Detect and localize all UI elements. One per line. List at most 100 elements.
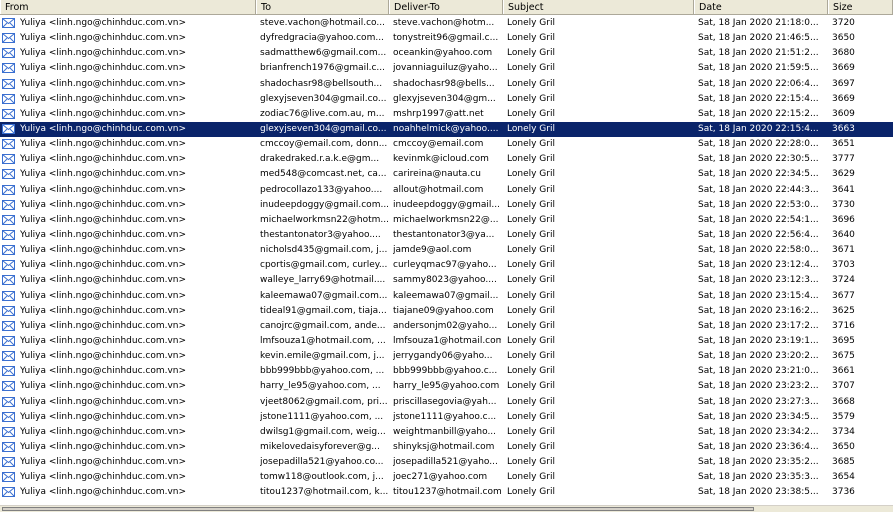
subject-cell: Lonely Gril (507, 320, 555, 331)
message-row[interactable]: Yuliya <linh.ngo@chinhduc.com.vn> kevin.e… (0, 349, 893, 364)
size-cell: 3669 (832, 63, 855, 74)
envelope-icon (2, 93, 15, 104)
from-cell: Yuliya <linh.ngo@chinhduc.com.vn> (20, 426, 187, 437)
from-cell: Yuliya <linh.ngo@chinhduc.com.vn> (20, 93, 187, 104)
envelope-icon (2, 351, 15, 362)
to-cell: thestantonator3@yahoo.... (260, 229, 381, 240)
message-icon-cell (1, 61, 15, 76)
message-list: Yuliya <linh.ngo@chinhduc.com.vn> steve.v… (0, 16, 893, 501)
message-row[interactable]: Yuliya <linh.ngo@chinhduc.com.vn> brianfr… (0, 61, 893, 76)
to-cell: zodiac76@live.com.au, m... (260, 108, 385, 119)
deliver-to-cell: glexyjseven304@gm... (393, 93, 496, 104)
message-row[interactable]: Yuliya <linh.ngo@chinhduc.com.vn> walleye… (0, 273, 893, 288)
scrollbar-thumb[interactable] (2, 507, 754, 511)
from-cell: Yuliya <linh.ngo@chinhduc.com.vn> (20, 18, 187, 28)
envelope-icon (2, 441, 15, 452)
to-cell: mikelovedaisyforever@g... (260, 441, 380, 452)
message-row[interactable]: Yuliya <linh.ngo@chinhduc.com.vn> cportis… (0, 258, 893, 273)
message-row[interactable]: Yuliya <linh.ngo@chinhduc.com.vn> steve.v… (0, 16, 893, 31)
size-cell: 3629 (832, 169, 855, 180)
message-icon-cell (1, 273, 15, 288)
subject-cell: Lonely Gril (507, 441, 555, 452)
column-header-bar: From To Deliver-To Subject Date Size (0, 0, 893, 15)
subject-cell: Lonely Gril (507, 457, 555, 468)
message-row[interactable]: Yuliya <linh.ngo@chinhduc.com.vn> dwilsg1… (0, 425, 893, 440)
column-header-to[interactable]: To (256, 0, 389, 14)
message-row[interactable]: Yuliya <linh.ngo@chinhduc.com.vn> med548@… (0, 167, 893, 182)
envelope-icon (2, 154, 15, 165)
envelope-icon (2, 18, 15, 28)
to-cell: brianfrench1976@gmail.c... (260, 63, 385, 74)
date-cell: Sat, 18 Jan 2020 22:56:4... (698, 229, 819, 240)
subject-cell: Lonely Gril (507, 275, 555, 286)
message-row[interactable]: Yuliya <linh.ngo@chinhduc.com.vn> harry_l… (0, 379, 893, 394)
message-icon-cell (1, 92, 15, 107)
deliver-to-cell: oceankin@yahoo.com (393, 48, 493, 59)
message-row[interactable]: Yuliya <linh.ngo@chinhduc.com.vn> glexyjs… (0, 92, 893, 107)
message-icon-cell (1, 440, 15, 455)
to-cell: steve.vachon@hotmail.co... (260, 18, 385, 28)
from-cell: Yuliya <linh.ngo@chinhduc.com.vn> (20, 305, 187, 316)
to-cell: jstone1111@yahoo.com, ... (260, 411, 384, 422)
subject-cell: Lonely Gril (507, 381, 555, 392)
to-cell: canojrc@gmail.com, ande... (260, 320, 386, 331)
subject-cell: Lonely Gril (507, 93, 555, 104)
deliver-to-cell: mshrp1997@att.net (393, 108, 484, 119)
envelope-icon (2, 48, 15, 59)
message-row[interactable]: Yuliya <linh.ngo@chinhduc.com.vn> cmccoy@… (0, 137, 893, 152)
message-row[interactable]: Yuliya <linh.ngo@chinhduc.com.vn> glexyjs… (0, 121, 893, 138)
subject-cell: Lonely Gril (507, 351, 555, 362)
envelope-icon (2, 78, 15, 89)
size-cell: 3685 (832, 457, 855, 468)
message-icon-cell (1, 485, 15, 500)
deliver-to-cell: shinyksj@hotmail.com (393, 441, 495, 452)
message-row[interactable]: Yuliya <linh.ngo@chinhduc.com.vn> tideal9… (0, 304, 893, 319)
deliver-to-cell: inudeepdoggy@gmail... (393, 199, 500, 210)
message-row[interactable]: Yuliya <linh.ngo@chinhduc.com.vn> lmfsouz… (0, 334, 893, 349)
message-row[interactable]: Yuliya <linh.ngo@chinhduc.com.vn> titou12… (0, 485, 893, 500)
message-row[interactable]: Yuliya <linh.ngo@chinhduc.com.vn> nichols… (0, 243, 893, 258)
message-icon-cell (1, 395, 15, 410)
date-cell: Sat, 18 Jan 2020 22:06:4... (698, 78, 819, 89)
message-row[interactable]: Yuliya <linh.ngo@chinhduc.com.vn> sadmatt… (0, 46, 893, 61)
size-cell: 3707 (832, 381, 855, 392)
message-row[interactable]: Yuliya <linh.ngo@chinhduc.com.vn> josepad… (0, 455, 893, 470)
message-row[interactable]: Yuliya <linh.ngo@chinhduc.com.vn> shadoch… (0, 77, 893, 92)
message-row[interactable]: Yuliya <linh.ngo@chinhduc.com.vn> zodiac7… (0, 107, 893, 122)
from-cell: Yuliya <linh.ngo@chinhduc.com.vn> (20, 381, 187, 392)
message-row[interactable]: Yuliya <linh.ngo@chinhduc.com.vn> canojrc… (0, 319, 893, 334)
message-row[interactable]: Yuliya <linh.ngo@chinhduc.com.vn> drakedr… (0, 152, 893, 167)
column-header-from[interactable]: From (0, 0, 256, 14)
from-cell: Yuliya <linh.ngo@chinhduc.com.vn> (20, 472, 187, 483)
message-row[interactable]: Yuliya <linh.ngo@chinhduc.com.vn> vjeet80… (0, 395, 893, 410)
to-cell: glexyjseven304@gmail.co... (260, 123, 387, 134)
message-row[interactable]: Yuliya <linh.ngo@chinhduc.com.vn> mikelov… (0, 440, 893, 455)
message-row[interactable]: Yuliya <linh.ngo@chinhduc.com.vn> jstone1… (0, 410, 893, 425)
envelope-icon (2, 33, 15, 44)
subject-cell: Lonely Gril (507, 169, 555, 180)
message-row[interactable]: Yuliya <linh.ngo@chinhduc.com.vn> kaleema… (0, 289, 893, 304)
column-header-date[interactable]: Date (694, 0, 828, 14)
deliver-to-cell: thestantonator3@ya... (393, 229, 495, 240)
message-row[interactable]: Yuliya <linh.ngo@chinhduc.com.vn> thestan… (0, 228, 893, 243)
to-cell: cportis@gmail.com, curley... (260, 260, 388, 271)
message-row[interactable]: Yuliya <linh.ngo@chinhduc.com.vn> bbb999b… (0, 364, 893, 379)
column-header-deliver-to[interactable]: Deliver-To (389, 0, 503, 14)
message-row[interactable]: Yuliya <linh.ngo@chinhduc.com.vn> michael… (0, 213, 893, 228)
to-cell: walleye_larry69@hotmail.... (260, 275, 386, 286)
date-cell: Sat, 18 Jan 2020 22:58:0... (698, 245, 819, 256)
date-cell: Sat, 18 Jan 2020 23:34:5... (698, 411, 819, 422)
message-icon-cell (1, 213, 15, 228)
size-cell: 3641 (832, 184, 855, 195)
message-icon-cell (1, 77, 15, 92)
size-cell: 3661 (832, 366, 855, 377)
column-header-subject[interactable]: Subject (503, 0, 694, 14)
size-cell: 3650 (832, 441, 855, 452)
message-row[interactable]: Yuliya <linh.ngo@chinhduc.com.vn> inudeep… (0, 198, 893, 213)
message-row[interactable]: Yuliya <linh.ngo@chinhduc.com.vn> dyfredg… (0, 31, 893, 46)
message-row[interactable]: Yuliya <linh.ngo@chinhduc.com.vn> tomw118… (0, 470, 893, 485)
message-row[interactable]: Yuliya <linh.ngo@chinhduc.com.vn> pedroco… (0, 183, 893, 198)
column-header-size[interactable]: Size (828, 0, 893, 14)
from-cell: Yuliya <linh.ngo@chinhduc.com.vn> (20, 48, 187, 59)
deliver-to-cell: tiajane09@yahoo.com (393, 305, 494, 316)
